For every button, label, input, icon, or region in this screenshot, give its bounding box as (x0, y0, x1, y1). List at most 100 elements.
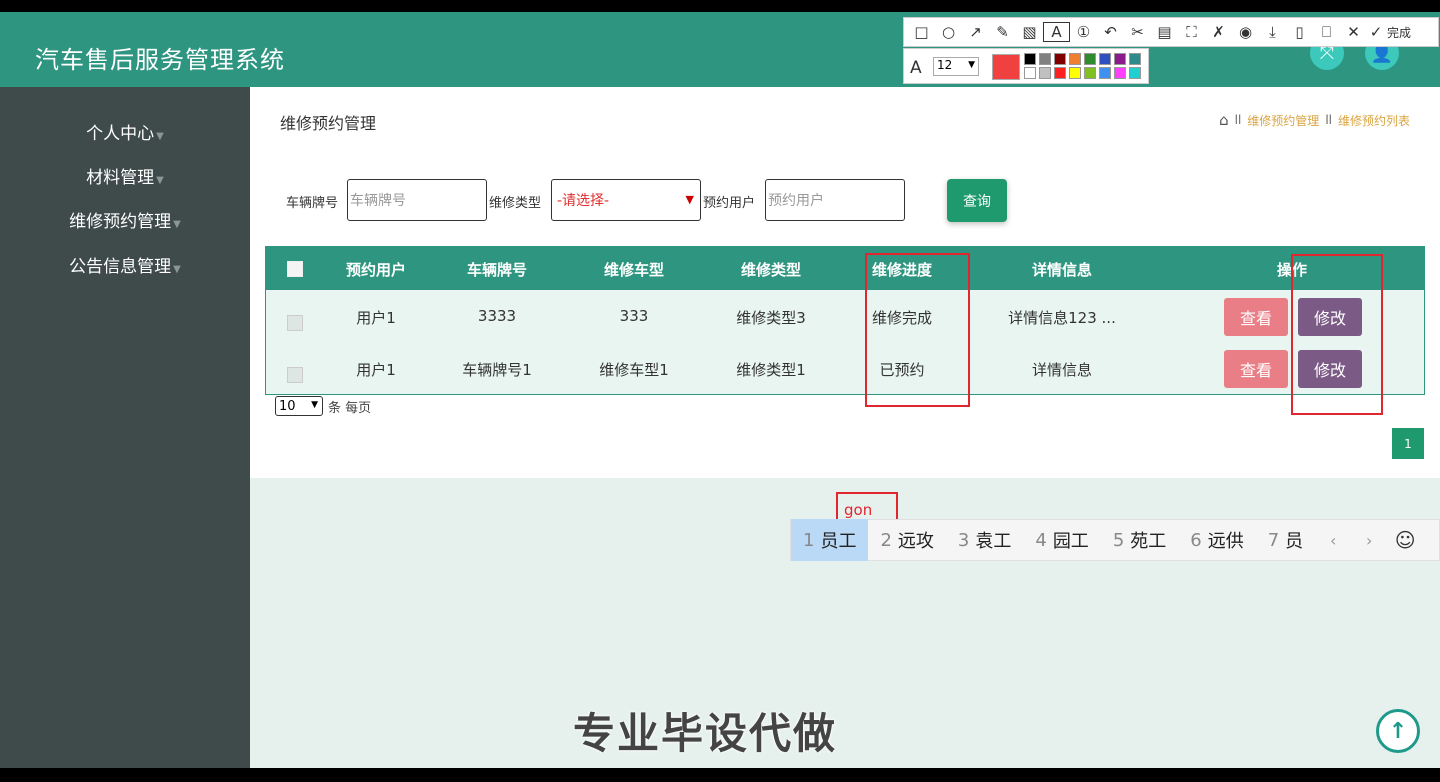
color-swatch[interactable] (1114, 67, 1126, 79)
candidate-number: 6 (1190, 529, 1202, 551)
bookmark-icon[interactable]: ⎕ (1313, 23, 1340, 41)
screenshot-toolbar: □ ○ ↗ ✎ ▧ A ① ↶ ✂ ▤ ⛶ ✗ ◉ ⤓ ▯ ⎕ ✕ ✓ 完成 (903, 17, 1439, 47)
chevron-down-icon: ▼ (968, 60, 975, 70)
font-size-select[interactable]: 12 ▼ (933, 57, 979, 76)
candidate-number: 3 (957, 529, 970, 551)
scroll-top-icon[interactable]: ↑ (1376, 709, 1420, 753)
ime-candidate[interactable]: 6 远供 (1178, 519, 1255, 561)
record-icon[interactable]: ◉ (1232, 23, 1259, 41)
color-swatch[interactable] (1024, 67, 1036, 79)
check-icon[interactable]: ✓ (1367, 23, 1385, 41)
annotation-box-actions (1291, 254, 1383, 415)
color-swatch[interactable] (1084, 53, 1096, 65)
color-swatch[interactable] (1054, 67, 1066, 79)
color-swatch[interactable] (1069, 67, 1081, 79)
candidate-text: 员工 (820, 531, 857, 552)
ime-candidate-bar: 1 员工 2 远攻 3 袁工 4 园工 5 苑工 6 远供 7员 ‹ › ☺ (790, 519, 1440, 561)
color-swatch[interactable] (1084, 67, 1096, 79)
number-icon[interactable]: ① (1070, 23, 1097, 41)
color-swatch[interactable] (1039, 67, 1051, 79)
arrow-icon[interactable]: ↗ (962, 23, 989, 41)
breadcrumb-separator: ll (1234, 113, 1242, 127)
booking-table: 预约用户 车辆牌号 维修车型 维修类型 维修进度 详情信息 操作 用户1 333… (265, 246, 1425, 395)
caret-down-icon: ▼ (156, 175, 164, 186)
ime-composition[interactable]: gon (836, 492, 898, 522)
ocr-icon[interactable]: ▤ (1151, 23, 1178, 41)
sidebar-item-repair-booking[interactable]: 维修预约管理 ▼ (0, 207, 250, 232)
ime-candidate[interactable]: 7员 (1256, 519, 1315, 561)
view-button[interactable]: 查看 (1224, 298, 1288, 336)
ime-candidate[interactable]: 2 远攻 (868, 519, 945, 561)
candidate-text: 园工 (1052, 531, 1089, 552)
color-swatch[interactable] (1039, 53, 1051, 65)
plate-input[interactable]: 车辆牌号 (347, 179, 487, 221)
close-icon[interactable]: ✕ (1340, 23, 1367, 41)
current-color-swatch[interactable] (992, 54, 1020, 80)
color-swatch[interactable] (1129, 67, 1141, 79)
sidebar-item-announcements[interactable]: 公告信息管理 ▼ (0, 252, 250, 277)
type-select[interactable]: -请选择- ▼ (551, 179, 701, 221)
breadcrumb: ⌂ ll 维修预约管理 ll 维修预约列表 (1219, 111, 1410, 129)
color-swatch[interactable] (1099, 67, 1111, 79)
sidebar-item-profile[interactable]: 个人中心 ▼ (0, 119, 250, 144)
text-icon[interactable]: A (1043, 22, 1070, 42)
col-detail: 详情信息 (1031, 261, 1092, 279)
cell-detail: 详情信息 (1031, 361, 1092, 379)
ellipse-icon[interactable]: ○ (935, 23, 962, 41)
caret-down-icon: ▼ (173, 264, 181, 275)
ime-candidate[interactable]: 4 园工 (1023, 519, 1100, 561)
undo-icon[interactable]: ↶ (1097, 23, 1124, 41)
color-swatch[interactable] (1069, 53, 1081, 65)
color-swatch[interactable] (1129, 53, 1141, 65)
download-icon[interactable]: ⤓ (1259, 23, 1286, 41)
plate-label: 车辆牌号 (286, 196, 339, 211)
app-window: 汽车售后服务管理系统 ⤧ 👤 个人中心 ▼ 材料管理 ▼ 维修预约管理 ▼ 公告信息管… (0, 12, 1440, 768)
emoji-icon[interactable]: ☺ (1387, 528, 1423, 552)
color-swatch[interactable] (1054, 53, 1066, 65)
col-user: 预约用户 (345, 261, 406, 279)
ime-candidate[interactable]: 3 袁工 (946, 519, 1023, 561)
view-button[interactable]: 查看 (1224, 350, 1288, 388)
color-swatch[interactable] (1099, 53, 1111, 65)
ime-candidate[interactable]: 1 员工 (791, 519, 869, 561)
ime-next-icon[interactable]: › (1351, 531, 1387, 550)
cell-user: 用户1 (356, 361, 396, 379)
scan-icon[interactable]: ⛶ (1178, 23, 1205, 41)
color-swatch[interactable] (1024, 53, 1036, 65)
row-checkbox[interactable] (287, 367, 303, 383)
done-button[interactable]: 完成 (1387, 24, 1411, 41)
sidebar-item-label: 公告信息管理 (69, 257, 172, 277)
sidebar-item-label: 材料管理 (86, 168, 155, 188)
breadcrumb-item[interactable]: 维修预约管理 (1247, 112, 1319, 129)
page-button-1[interactable]: 1 (1392, 428, 1424, 459)
home-icon[interactable]: ⌂ (1219, 111, 1229, 129)
ime-candidate[interactable]: 5 苑工 (1101, 519, 1178, 561)
sidebar-item-materials[interactable]: 材料管理 ▼ (0, 163, 250, 188)
pin-icon[interactable]: ✗ (1205, 23, 1232, 41)
caret-down-icon: ▼ (156, 131, 164, 142)
rect-icon[interactable]: □ (908, 23, 935, 41)
select-all-checkbox[interactable] (287, 261, 303, 277)
phone-icon[interactable]: ▯ (1286, 23, 1313, 41)
pen-icon[interactable]: ✎ (989, 23, 1016, 41)
col-model: 维修车型 (603, 261, 664, 279)
per-page-select[interactable]: 10 ▼ (275, 396, 323, 416)
cell-plate: 3333 (477, 307, 517, 325)
content-panel: 维修预约管理 ⌂ ll 维修预约管理 ll 维修预约列表 车辆牌号 车辆牌号 维… (250, 87, 1440, 478)
page-title: 维修预约管理 (280, 114, 377, 133)
user-label: 预约用户 (703, 196, 756, 211)
cell-user: 用户1 (356, 309, 396, 327)
candidate-number: 2 (880, 529, 892, 551)
ime-prev-icon[interactable]: ‹ (1315, 531, 1351, 550)
user-input[interactable]: 预约用户 (765, 179, 905, 221)
cut-icon[interactable]: ✂ (1124, 23, 1151, 41)
query-button[interactable]: 查询 (947, 179, 1007, 222)
color-palette: A 12 ▼ (903, 48, 1149, 84)
mosaic-icon[interactable]: ▧ (1016, 23, 1043, 41)
candidate-number: 7 (1267, 529, 1280, 551)
breadcrumb-item[interactable]: 维修预约列表 (1338, 112, 1410, 129)
row-checkbox[interactable] (287, 315, 303, 331)
candidate-text: 员 (1285, 531, 1304, 552)
sidebar-item-label: 个人中心 (86, 124, 155, 144)
color-swatch[interactable] (1114, 53, 1126, 65)
